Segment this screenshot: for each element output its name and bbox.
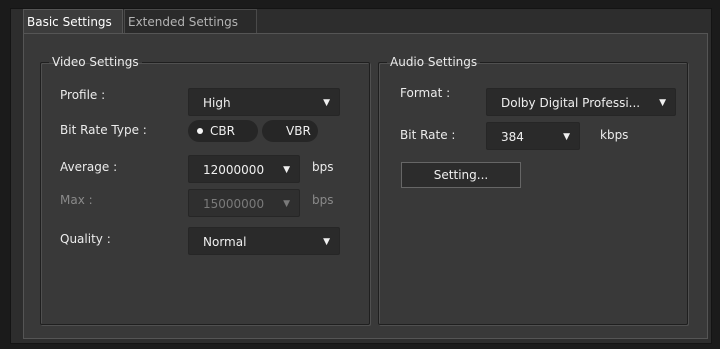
- average-label: Average :: [60, 160, 118, 174]
- audio-settings-title: Audio Settings: [390, 55, 478, 69]
- bitrate-type-label: Bit Rate Type :: [60, 123, 147, 137]
- audio-bitrate-dropdown[interactable]: 384 ▼: [486, 122, 580, 150]
- radio-dot-icon: [197, 128, 203, 134]
- caret-down-icon: ▼: [323, 237, 330, 247]
- cbr-radio[interactable]: CBR: [188, 120, 258, 142]
- caret-down-icon: ▼: [563, 132, 570, 142]
- average-bitrate-dropdown[interactable]: 12000000 ▼: [188, 155, 300, 183]
- vbr-label: VBR: [286, 124, 311, 138]
- quality-value: Normal: [203, 235, 247, 249]
- profile-dropdown[interactable]: High ▼: [188, 88, 340, 116]
- basic-settings-panel: Video Settings Profile : High ▼ Bit Rate…: [23, 33, 708, 339]
- profile-label: Profile :: [60, 88, 106, 102]
- format-label: Format :: [400, 86, 451, 100]
- audio-bitrate-value: 384: [501, 130, 524, 144]
- vbr-radio[interactable]: VBR: [262, 120, 318, 142]
- cbr-label: CBR: [210, 124, 235, 138]
- audio-bitrate-unit: kbps: [600, 128, 629, 142]
- max-bitrate-dropdown: 15000000 ▼: [188, 189, 300, 217]
- audio-format-dropdown[interactable]: Dolby Digital Professi... ▼: [486, 88, 676, 116]
- max-value: 15000000: [203, 197, 265, 211]
- profile-value: High: [203, 96, 231, 110]
- quality-label: Quality :: [60, 232, 111, 246]
- average-value: 12000000: [203, 163, 265, 177]
- tab-extended-settings[interactable]: Extended Settings: [124, 9, 257, 33]
- caret-down-icon: ▼: [323, 98, 330, 108]
- caret-down-icon: ▼: [283, 165, 290, 175]
- caret-down-icon: ▼: [659, 98, 666, 108]
- video-settings-title: Video Settings: [52, 55, 139, 69]
- quality-dropdown[interactable]: Normal ▼: [188, 227, 340, 255]
- caret-down-icon: ▼: [283, 199, 290, 209]
- tab-basic-settings[interactable]: Basic Settings: [23, 9, 123, 33]
- average-unit: bps: [312, 160, 334, 174]
- audio-bitrate-label: Bit Rate :: [400, 128, 456, 142]
- max-label: Max :: [60, 193, 93, 207]
- audio-setting-button[interactable]: Setting...: [401, 162, 521, 188]
- max-unit: bps: [312, 193, 334, 207]
- audio-format-value: Dolby Digital Professi...: [501, 96, 641, 110]
